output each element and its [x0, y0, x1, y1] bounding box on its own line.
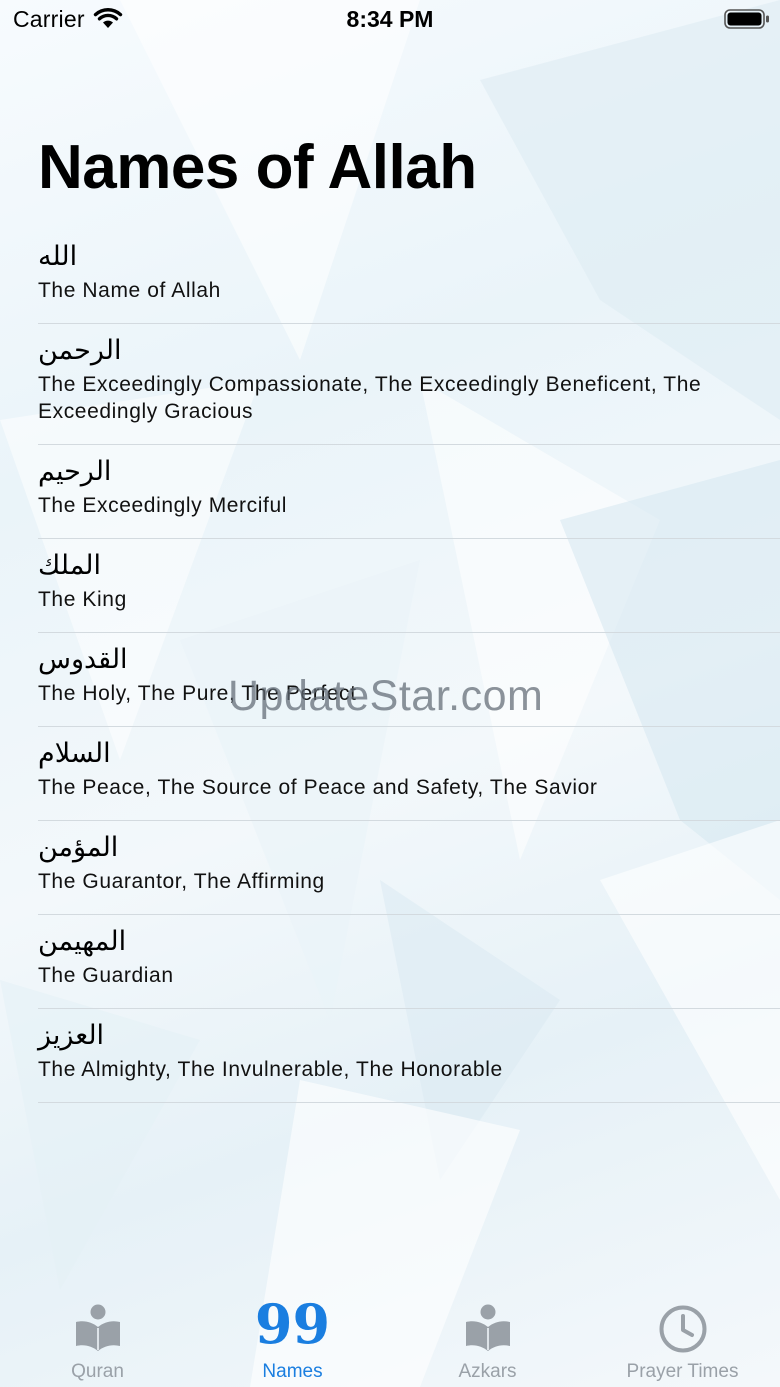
- arabic-name: المهيمن: [38, 926, 127, 957]
- arabic-name: الملك: [38, 550, 102, 581]
- english-meaning: The Guarantor, The Affirming: [38, 870, 325, 893]
- tab-quran[interactable]: Quran: [0, 1290, 195, 1387]
- names-list: الله The Name of Allah الرحمن The Exceed…: [38, 230, 780, 1103]
- english-meaning: The Almighty, The Invulnerable, The Hono…: [38, 1058, 503, 1081]
- arabic-name: العزيز: [38, 1020, 105, 1051]
- battery-icon: [724, 9, 769, 29]
- tab-names[interactable]: 99 Names: [195, 1290, 390, 1387]
- tab-label: Prayer Times: [626, 1361, 739, 1382]
- list-item[interactable]: المهيمن The Guardian: [38, 915, 780, 1009]
- arabic-name: الله: [38, 241, 78, 272]
- list-item[interactable]: الله The Name of Allah: [38, 230, 780, 324]
- arabic-name: الرحمن: [38, 335, 122, 366]
- reading-book-icon: [76, 1304, 120, 1351]
- tab-prayer-times[interactable]: Prayer Times: [585, 1290, 780, 1387]
- arabic-name: المؤمن: [38, 832, 119, 863]
- english-meaning: The Name of Allah: [38, 279, 221, 302]
- watermark-text: UpdateStar.com: [228, 672, 544, 720]
- status-bar: Carrier 8:34 PM: [0, 0, 780, 40]
- list-item[interactable]: العزيز The Almighty, The Invulnerable, T…: [38, 1009, 780, 1103]
- clock-icon: [659, 1305, 707, 1353]
- english-meaning: The Exceedingly Merciful: [38, 494, 287, 517]
- tab-label: Azkars: [458, 1361, 517, 1382]
- english-meaning: The Guardian: [38, 964, 174, 987]
- list-item[interactable]: الملك The King: [38, 539, 780, 633]
- list-item[interactable]: المؤمن The Guarantor, The Affirming: [38, 821, 780, 915]
- tab-label: Quran: [71, 1361, 124, 1382]
- arabic-name: السلام: [38, 738, 111, 769]
- tab-bar: Quran 99 Names Azkars Prayer Times: [0, 1290, 780, 1387]
- english-meaning: The Exceedingly Compassionate, The Excee…: [38, 373, 702, 423]
- names-99-icon: 99: [254, 1292, 331, 1356]
- tab-azkars[interactable]: Azkars: [390, 1290, 585, 1387]
- list-item[interactable]: السلام The Peace, The Source of Peace an…: [38, 727, 780, 821]
- clock-time: 8:34 PM: [346, 6, 434, 32]
- english-meaning: The Peace, The Source of Peace and Safet…: [38, 776, 598, 799]
- list-item[interactable]: الرحيم The Exceedingly Merciful: [38, 445, 780, 539]
- reading-book-icon: [466, 1304, 510, 1351]
- page-title: Names of Allah: [38, 133, 477, 202]
- english-meaning: The King: [38, 588, 127, 611]
- arabic-name: الرحيم: [38, 456, 112, 487]
- tab-label: Names: [262, 1361, 323, 1382]
- list-item[interactable]: الرحمن The Exceedingly Compassionate, Th…: [38, 324, 780, 445]
